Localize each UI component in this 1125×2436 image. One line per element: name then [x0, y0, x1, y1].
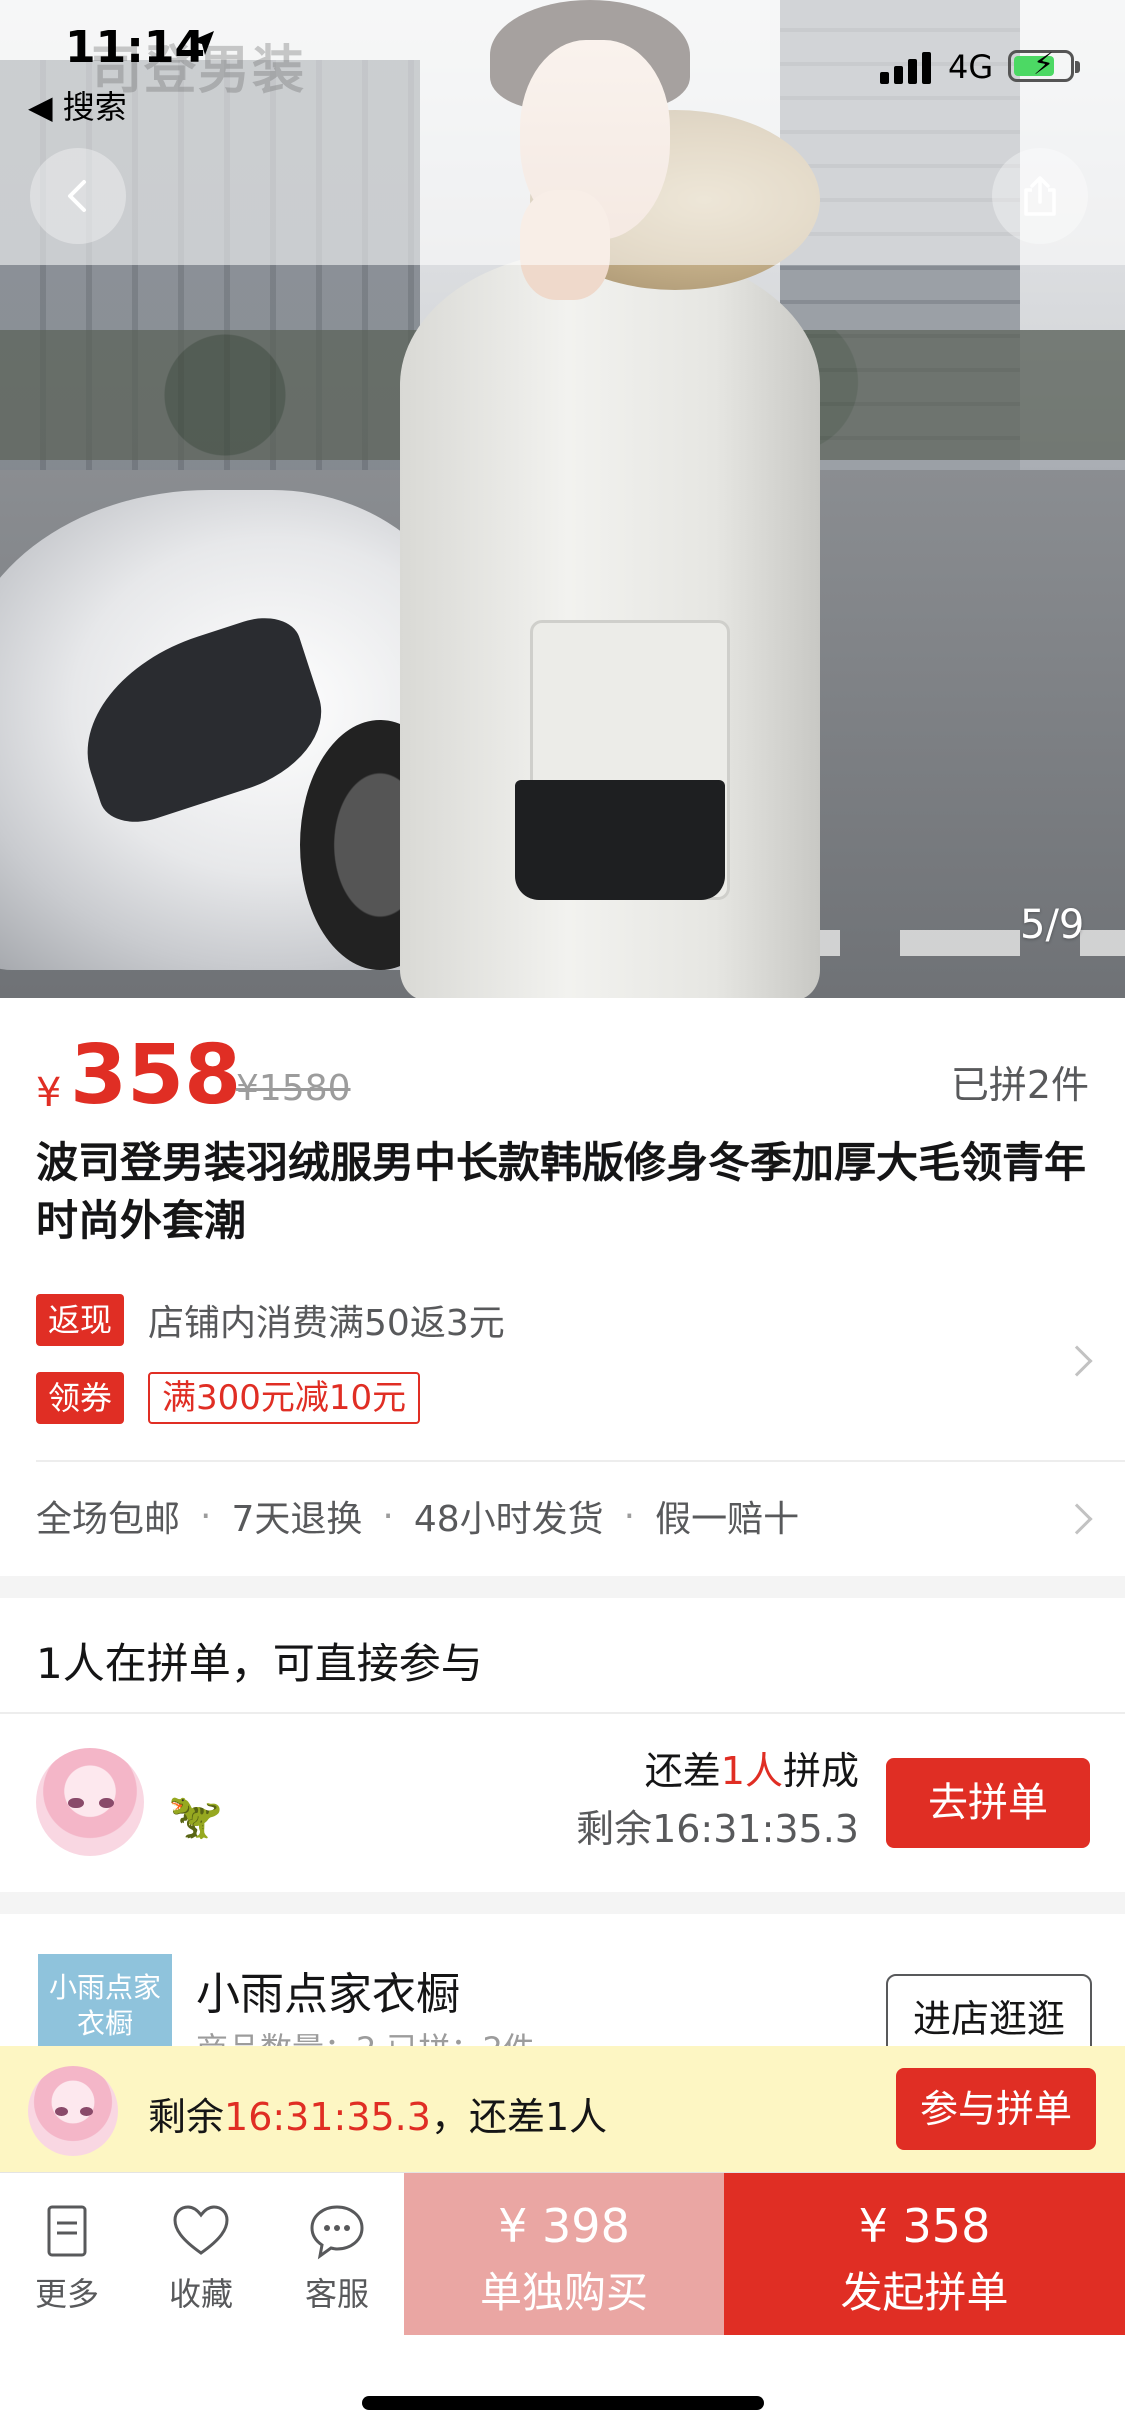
coupon-row[interactable]: 领券 满300元减10元	[36, 1372, 421, 1424]
location-arrow-icon	[191, 31, 214, 55]
back-button[interactable]	[30, 148, 126, 244]
network-type: 4G	[948, 48, 994, 86]
service-item: 假一赔十	[655, 1499, 800, 1540]
need-prefix: 还差	[644, 1749, 721, 1793]
buy-alone-price: ¥ 398	[498, 2199, 630, 2253]
price-row: ¥ 358 ¥1580 已拼2件	[36, 1028, 1089, 1123]
group-countdown: 剩余16:31:35.3	[576, 1807, 859, 1851]
start-group-label: 发起拼单	[840, 2268, 1009, 2317]
cashback-text: 店铺内消费满50返3元	[148, 1303, 505, 1344]
back-to-search-link[interactable]: ◀ 搜索	[28, 82, 127, 128]
list-icon	[47, 2205, 87, 2257]
photo-coat-pocket-dark	[515, 780, 725, 900]
favorite-tab[interactable]: 收藏	[146, 2201, 256, 2315]
join-group-banner-button[interactable]: 参与拼单	[896, 2068, 1096, 2150]
group-buy-row[interactable]: 🦖 还差1人拼成 剩余16:31:35.3 去拼单	[0, 1712, 1125, 1892]
chat-bubble-icon	[310, 2205, 364, 2260]
home-indicator[interactable]	[362, 2396, 764, 2410]
start-group-button[interactable]: ¥ 358 发起拼单	[724, 2173, 1125, 2335]
separator-dot: ·	[382, 1495, 394, 1537]
need-suffix: 拼成	[782, 1749, 859, 1793]
price-currency: ¥	[36, 1070, 62, 1116]
carousel-page-indicator: 5/9	[1020, 902, 1085, 948]
more-tab[interactable]: 更多	[12, 2201, 122, 2315]
shop-name: 小雨点家衣橱	[196, 1969, 460, 2020]
group-need-text: 还差1人拼成	[645, 1740, 859, 1795]
divider	[36, 1460, 1125, 1462]
sold-count: 已拼2件	[950, 1063, 1089, 1107]
section-gap	[0, 1576, 1125, 1598]
battery-icon: ⚡	[1008, 49, 1080, 82]
more-label: 更多	[34, 2275, 99, 2313]
service-label: 客服	[304, 2275, 369, 2313]
separator-dot: ·	[623, 1495, 636, 1537]
original-price: ¥1580	[236, 1068, 351, 1109]
banner-countdown: 16:31:35.3	[224, 2095, 431, 2139]
banner-text: 剩余16:31:35.3，还差1人	[148, 2086, 607, 2141]
buy-alone-button[interactable]: ¥ 398 单独购买	[404, 2173, 724, 2335]
section-gap	[0, 1892, 1125, 1914]
dinosaur-icon: 🦖	[168, 1791, 223, 1842]
avatar	[28, 2066, 118, 2156]
start-group-price: ¥ 358	[858, 2199, 991, 2253]
coupon-tag: 领券	[36, 1372, 125, 1424]
avatar	[36, 1748, 144, 1856]
join-group-banner[interactable]: 剩余16:31:35.3，还差1人 参与拼单	[0, 2046, 1125, 2172]
bottom-action-bar: 更多 收藏 客服 ¥ 398 单独购买 ¥ 358 发起拼单	[0, 2172, 1125, 2335]
service-item: 全场包邮	[36, 1499, 181, 1540]
need-count: 1人	[720, 1749, 783, 1793]
heart-icon	[173, 2205, 229, 2255]
join-group-button[interactable]: 去拼单	[886, 1758, 1090, 1848]
chevron-right-icon	[1061, 1503, 1093, 1535]
separator-dot: ·	[200, 1495, 212, 1537]
cashback-tag: 返现	[36, 1294, 125, 1346]
share-button[interactable]	[992, 148, 1088, 244]
coupon-badge[interactable]: 满300元减10元	[148, 1372, 421, 1424]
share-icon	[1024, 176, 1056, 216]
banner-prefix: 剩余	[148, 2095, 225, 2139]
chevron-right-icon	[1061, 1345, 1093, 1377]
banner-suffix: ，还差1人	[430, 2095, 608, 2139]
cellular-signal-icon	[880, 48, 940, 84]
service-guarantees[interactable]: 全场包邮 · 7天退换 · 48小时发货 · 假一赔十	[36, 1490, 799, 1542]
chevron-left-icon	[68, 180, 86, 212]
favorite-label: 收藏	[168, 2275, 233, 2313]
status-time: 11:14	[65, 22, 206, 73]
service-tab[interactable]: 客服	[282, 2201, 392, 2315]
group-price: 358	[70, 1028, 242, 1123]
buy-alone-label: 单独购买	[479, 2268, 648, 2317]
service-item: 48小时发货	[413, 1499, 604, 1540]
cashback-row[interactable]: 返现 店铺内消费满50返3元	[36, 1294, 505, 1346]
group-heading: 1人在拼单，可直接参与	[36, 1639, 483, 1688]
product-title: 波司登男装羽绒服男中长款韩版修身冬季加厚大毛领青年时尚外套潮	[36, 1138, 1087, 1245]
service-item: 7天退换	[231, 1499, 363, 1540]
shop-row[interactable]: 小雨点家衣橱 小雨点家衣橱 商品数量：2 已拼：2件 进店逛逛	[0, 1912, 1125, 2068]
